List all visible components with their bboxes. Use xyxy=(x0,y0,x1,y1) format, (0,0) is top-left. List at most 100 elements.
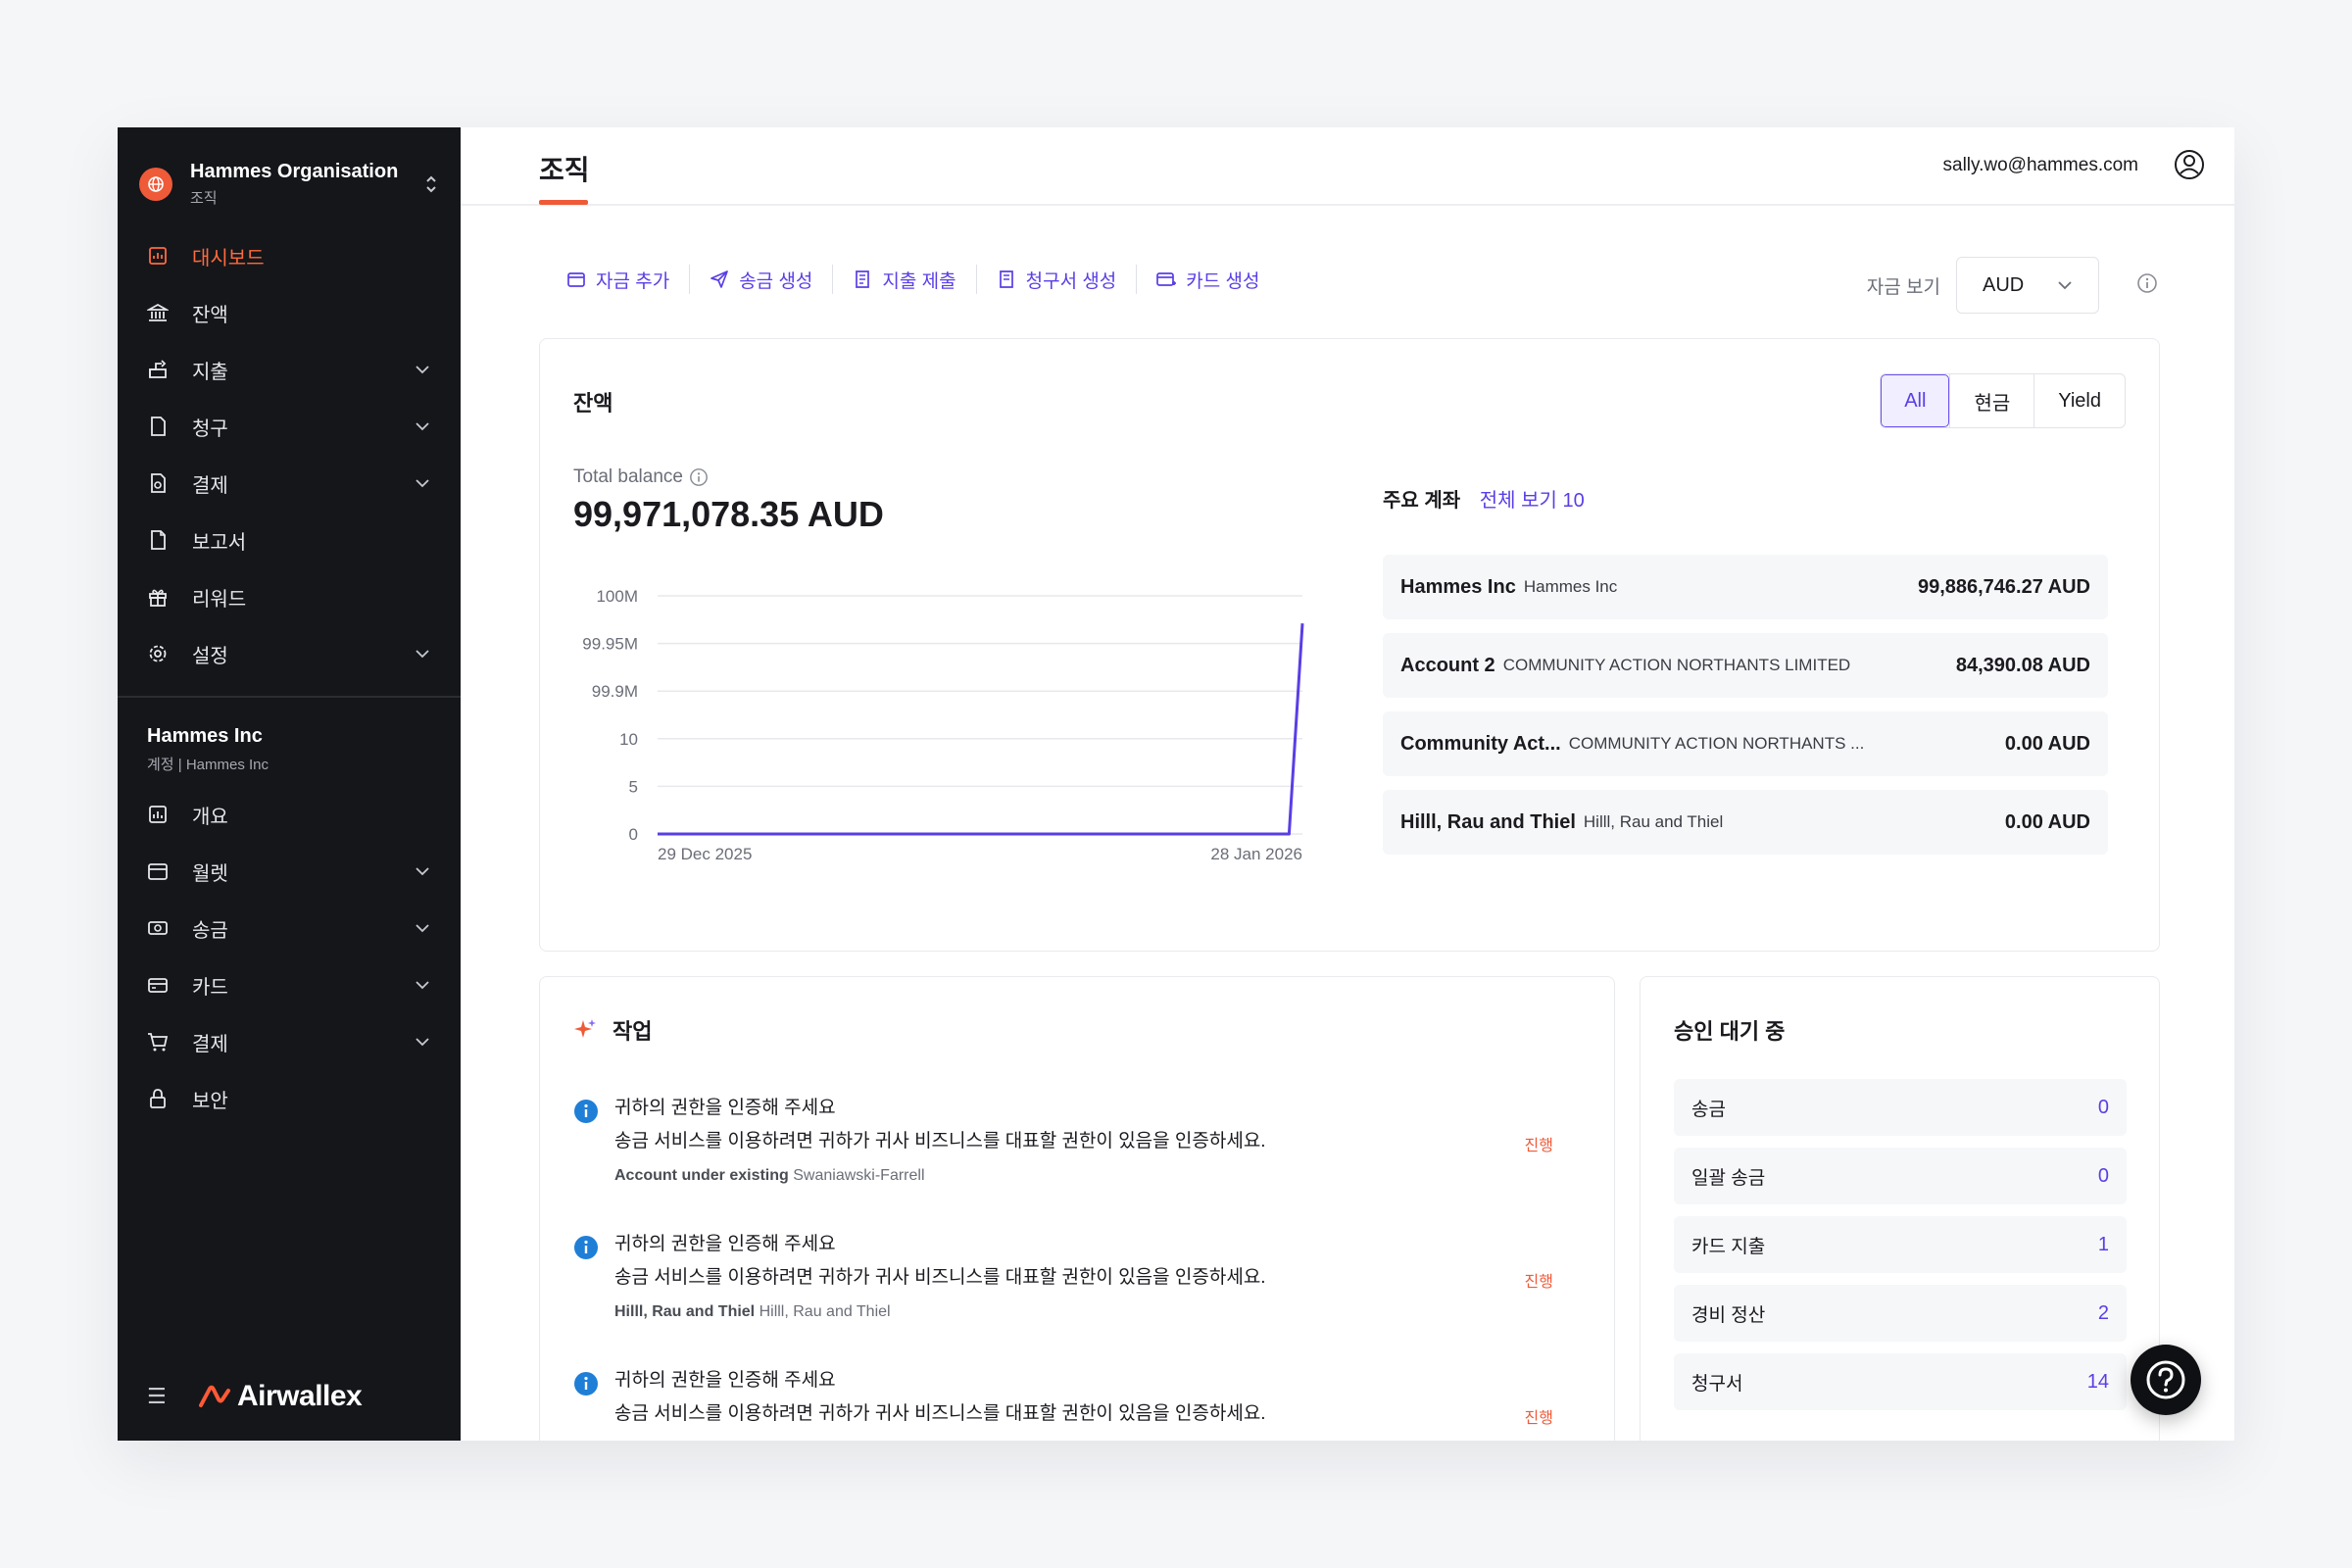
page-title: 조직 xyxy=(539,155,590,185)
task-description: 송금 서비스를 이용하려면 귀하가 귀사 비즈니스를 대표할 권한이 있음을 인… xyxy=(614,1403,1266,1424)
bank-icon xyxy=(147,303,169,321)
approval-row[interactable]: 청구서 14 xyxy=(1674,1353,2127,1410)
action-receipt[interactable]: 지출 제출 xyxy=(832,265,975,294)
chevron-up-down-icon xyxy=(423,172,439,196)
sidebar-item-report[interactable]: 보고서 xyxy=(118,512,461,568)
overview-icon xyxy=(149,806,167,823)
sidebar-item-card[interactable]: 카드 xyxy=(118,956,461,1013)
sidebar-item-wallet[interactable]: 월렛 xyxy=(118,843,461,900)
sidebar-item-bill[interactable]: 청구 xyxy=(118,398,461,455)
sparkle-icon xyxy=(574,1019,596,1038)
approval-count: 1 xyxy=(2097,1233,2109,1255)
total-balance-value: 99,971,078.35 AUD xyxy=(573,494,884,534)
tasks-header: 작업 xyxy=(573,1014,652,1046)
approval-row[interactable]: 경비 정산 2 xyxy=(1674,1285,2127,1342)
sidebar-item-cart[interactable]: 결제 xyxy=(118,1013,461,1070)
chevron-down-icon xyxy=(416,650,429,659)
action-invoice[interactable]: 청구서 생성 xyxy=(975,265,1137,294)
sidebar-item-gear[interactable]: 설정 xyxy=(118,625,461,682)
card-create-icon xyxy=(1156,272,1177,286)
dashboard-icon xyxy=(149,247,167,265)
hamburger-menu-icon[interactable]: ☰ xyxy=(147,1384,169,1409)
transfer-icon xyxy=(148,921,168,935)
sidebar-item-bank[interactable]: 잔액 xyxy=(118,284,461,341)
task-description: 송금 서비스를 이용하려면 귀하가 귀사 비즈니스를 대표할 권한이 있음을 인… xyxy=(614,1131,1266,1152)
info-icon[interactable] xyxy=(2136,272,2158,294)
balance-segment-control: All 현금 Yield xyxy=(1880,373,2126,428)
sidebar-item-payment-doc[interactable]: 결제 xyxy=(118,455,461,512)
approval-label: 송금 xyxy=(1691,1099,1726,1120)
org-switcher[interactable]: Hammes Organisation 조직 xyxy=(118,127,461,220)
user-email[interactable]: sally.wo@hammes.com xyxy=(1943,155,2138,176)
currency-select[interactable]: AUD xyxy=(1956,257,2099,314)
sidebar-item-spend[interactable]: 지출 xyxy=(118,341,461,398)
account-row-amount: 0.00 AUD xyxy=(2004,732,2090,755)
account-sub: 계정 | Hammes Inc xyxy=(147,757,270,773)
invoice-icon xyxy=(999,270,1013,288)
main-accounts-header: 주요 계좌 전체 보기 10 xyxy=(1383,484,1585,513)
task-meta-text: Swaniawski-Farrell xyxy=(793,1167,925,1184)
account-row[interactable]: Account 2 COMMUNITY ACTION NORTHANTS LIMI… xyxy=(1383,633,2108,698)
task-status-link[interactable]: 진행 xyxy=(1525,1132,1553,1155)
action-send[interactable]: 송금 생성 xyxy=(689,265,832,294)
action-label: 청구서 생성 xyxy=(1025,270,1117,292)
pending-approvals-title: 승인 대기 중 xyxy=(1674,1019,1786,1044)
sidebar-item-label: 잔액 xyxy=(192,304,228,326)
account-row-name: Community Act... xyxy=(1400,732,1561,755)
sidebar-item-overview[interactable]: 개요 xyxy=(118,786,461,843)
action-label: 카드 생성 xyxy=(1186,270,1260,292)
help-button[interactable] xyxy=(2131,1345,2201,1415)
approval-row[interactable]: 카드 지출 1 xyxy=(1674,1216,2127,1273)
balance-chart: 0 5 10 99.9M 99.95M 100M 29 Dec 2025 28 Jan 202… xyxy=(582,587,1304,863)
account-row[interactable]: Hilll, Rau and Thiel Hilll, Rau and Thiel… xyxy=(1383,790,2108,855)
chevron-down-icon xyxy=(416,1038,429,1047)
info-filled-icon xyxy=(574,1236,598,1259)
sidebar-item-transfer[interactable]: 송금 xyxy=(118,900,461,956)
x-tick-label: 29 Dec 2025 xyxy=(658,845,752,863)
action-card-create[interactable]: 카드 생성 xyxy=(1136,265,1279,294)
segment-0[interactable]: All xyxy=(1881,374,1950,427)
user-profile-icon[interactable] xyxy=(2174,149,2205,180)
approval-count: 0 xyxy=(2097,1164,2109,1187)
approval-row[interactable]: 일괄 송금 0 xyxy=(1674,1148,2127,1204)
segment-2[interactable]: Yield xyxy=(2034,374,2125,427)
task-status-link[interactable]: 진행 xyxy=(1525,1268,1553,1292)
approval-row[interactable]: 송금 0 xyxy=(1674,1079,2127,1136)
approval-label: 청구서 xyxy=(1691,1373,1743,1395)
sidebar-item-dashboard[interactable]: 대시보드 xyxy=(118,227,461,284)
account-row[interactable]: Community Act... COMMUNITY ACTION NORTHAN… xyxy=(1383,711,2108,776)
sidebar-item-label: 개요 xyxy=(192,806,228,828)
sidebar-item-label: 대시보드 xyxy=(192,247,265,270)
chevron-down-icon xyxy=(416,867,429,876)
task-meta-text: Hilll, Rau and Thiel xyxy=(759,1303,891,1320)
sidebar-item-gift[interactable]: 리워드 xyxy=(118,568,461,625)
action-label: 송금 생성 xyxy=(739,270,813,292)
sidebar-item-label: 설정 xyxy=(192,645,228,667)
info-filled-icon xyxy=(574,1100,598,1123)
account-row-sub: Hammes Inc xyxy=(1523,577,1618,596)
globe-icon xyxy=(139,168,172,201)
task-status-link[interactable]: 진행 xyxy=(1525,1404,1553,1428)
account-row-sub: COMMUNITY ACTION NORTHANTS LIMITED xyxy=(1502,656,1851,674)
approval-count: 2 xyxy=(2097,1301,2109,1324)
account-row-sub: COMMUNITY ACTION NORTHANTS ... xyxy=(1568,734,1865,753)
segment-1[interactable]: 현금 xyxy=(1949,374,2034,427)
card-icon xyxy=(148,978,168,993)
pending-approvals-card: 승인 대기 중 송금 0 일괄 송금 0 카드 지출 1 경비 정산 2 청구서 14 xyxy=(1640,976,2160,1441)
view-all-accounts-link[interactable]: 전체 보기 10 xyxy=(1480,490,1585,512)
balance-card: 잔액 All 현금 Yield Total balance 99,971,078.3… xyxy=(539,338,2160,952)
chevron-down-icon xyxy=(416,366,429,374)
task-title: 귀하의 권한을 인증해 주세요 xyxy=(614,1234,836,1254)
sidebar-item-lock[interactable]: 보안 xyxy=(118,1070,461,1127)
account-row[interactable]: Hammes Inc Hammes Inc 99,886,746.27 AUD xyxy=(1383,555,2108,619)
main-nav: 대시보드잔액지출 청구 결제 보고서 리워드설정 xyxy=(118,227,461,682)
y-tick-label: 100M xyxy=(596,587,638,606)
wallet-icon xyxy=(148,863,168,880)
action-wallet-add[interactable]: 자금 추가 xyxy=(539,265,689,294)
chevron-down-icon xyxy=(416,479,429,488)
brand-name: Airwallex xyxy=(237,1380,363,1412)
info-icon[interactable] xyxy=(689,467,709,487)
y-tick-label: 0 xyxy=(629,825,638,844)
chart-series-line xyxy=(658,623,1304,836)
info-filled-icon xyxy=(574,1372,598,1396)
